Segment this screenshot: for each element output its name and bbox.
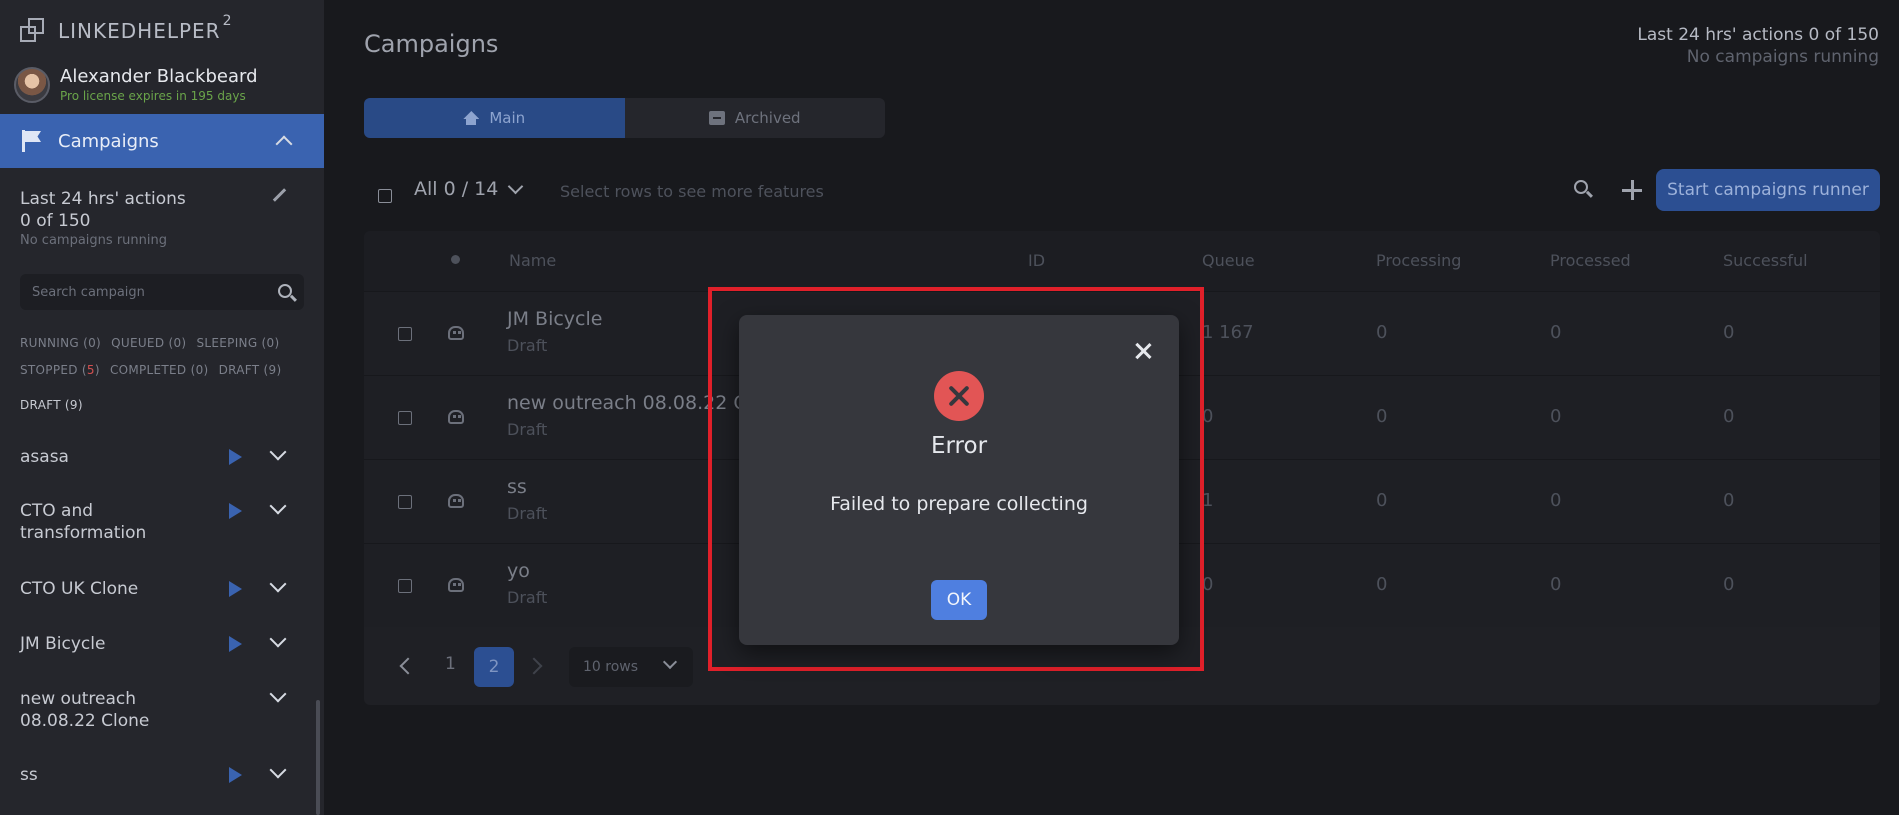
search-icon[interactable] [278,284,292,298]
campaign-name: ss [20,765,38,785]
play-icon[interactable] [229,503,242,519]
list-item[interactable]: asasa [0,442,318,472]
campaign-name: new outreach 08.08.22 Clone [20,689,150,731]
sidebar-stats: Last 24 hrs' actions 0 of 150 No campaig… [20,188,290,250]
close-icon[interactable] [1133,341,1153,361]
user-name: Alexander Blackbeard [60,66,258,87]
dialog-title: Error [930,433,988,459]
play-icon[interactable] [229,636,242,652]
chevron-up-icon[interactable] [275,135,293,153]
error-icon [934,371,984,421]
campaign-search [20,274,304,310]
chevron-down-icon[interactable] [269,575,287,593]
filter-stopped-label: STOPPED ( [20,363,87,377]
sidebar-scrollbar[interactable] [316,700,320,815]
actions-label: Last 24 hrs' actions [20,189,186,209]
campaign-name: asasa [20,447,69,467]
error-dialog: Error Failed to prepare collecting OK [739,315,1179,645]
chevron-down-icon[interactable] [269,685,287,703]
list-item[interactable]: CTO UK Clone [0,575,318,606]
brand-name: LINKEDHELPER [58,19,221,43]
filter-stopped[interactable]: STOPPED (5) [20,363,100,377]
play-icon[interactable] [229,581,242,597]
sidebar: LINKEDHELPER 2 Alexander Blackbeard Pro … [0,0,324,815]
brand: LINKEDHELPER 2 [20,13,232,48]
chevron-down-icon[interactable] [269,497,287,515]
filter-stopped-count: 5 [86,363,95,377]
list-item[interactable]: new outreach 08.08.22 Clone [0,685,318,732]
dialog-message: Failed to prepare collecting [830,493,1088,515]
campaign-name: JM Bicycle [20,634,106,654]
actions-count: 0 of 150 [20,211,91,231]
play-icon[interactable] [229,449,242,465]
play-icon[interactable] [229,767,242,783]
search-input[interactable] [20,274,260,310]
status-filters: RUNNING (0) QUEUED (0) SLEEPING (0) STOP… [20,330,320,419]
filter-draft[interactable]: DRAFT (9) [219,363,282,377]
linkedhelper-logo-icon [20,18,46,44]
filter-running[interactable]: RUNNING (0) [20,336,101,350]
chevron-down-icon[interactable] [269,630,287,648]
brand-version: 2 [222,13,232,29]
license-status: Pro license expires in 195 days [60,89,246,103]
chevron-down-icon[interactable] [269,443,287,461]
filter-stopped-close: ) [94,363,100,377]
list-item[interactable]: CTO and transformation [0,497,318,544]
pencil-icon[interactable] [272,188,288,204]
nav-item-label: Campaigns [58,130,159,152]
list-item[interactable]: ss [0,761,318,792]
chevron-down-icon[interactable] [269,761,287,779]
campaign-name: CTO UK Clone [20,579,139,599]
avatar [14,67,50,103]
running-status: No campaigns running [20,233,167,248]
active-filter-draft[interactable]: DRAFT (9) [20,398,83,412]
campaign-name: CTO and transformation [20,501,147,543]
filter-queued[interactable]: QUEUED (0) [111,336,186,350]
ok-button[interactable]: OK [931,580,987,620]
nav-item-campaigns[interactable]: Campaigns [0,114,324,168]
list-item[interactable]: JM Bicycle [0,630,318,661]
user-profile[interactable]: Alexander Blackbeard Pro license expires… [14,66,258,104]
filter-sleeping[interactable]: SLEEPING (0) [197,336,280,350]
filter-completed[interactable]: COMPLETED (0) [110,363,209,377]
flag-icon [22,130,42,152]
